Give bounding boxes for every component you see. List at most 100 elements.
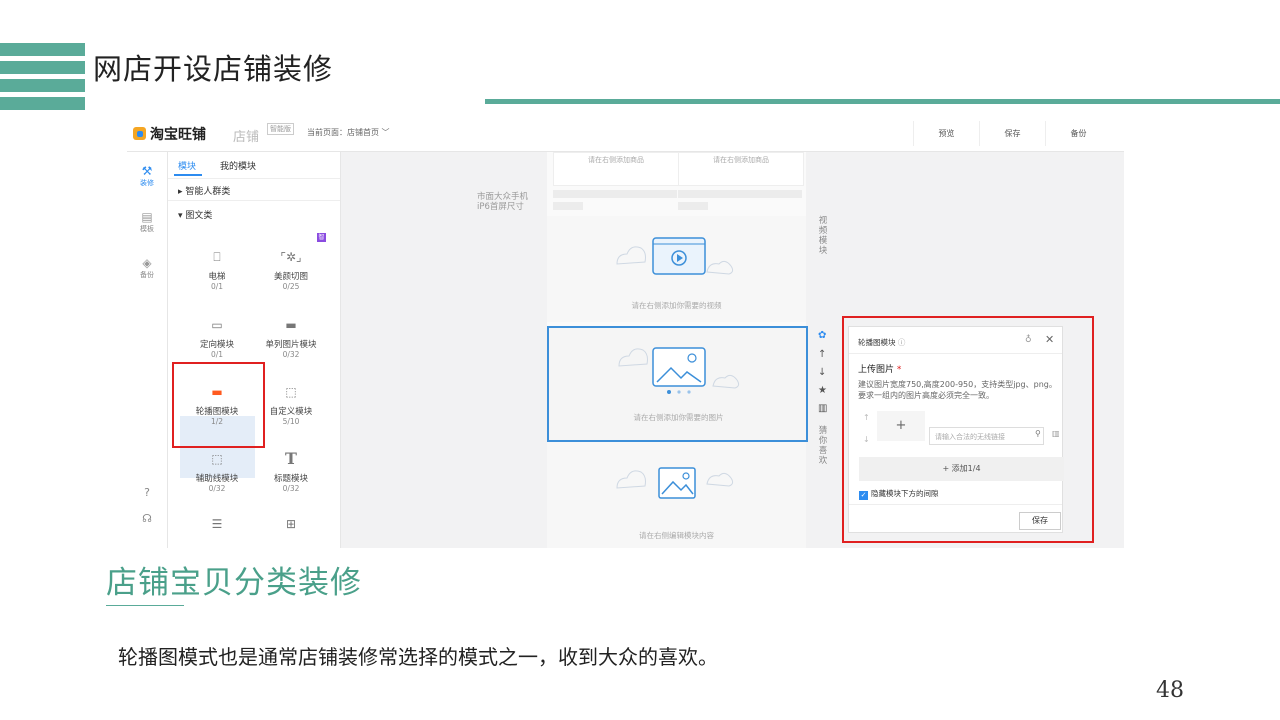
elevator-icon: ⎕ [213, 250, 221, 264]
module-title[interactable]: T 标题模块 0/32 [256, 449, 326, 494]
support-icon[interactable]: ☊ [127, 512, 167, 525]
image-block-icon: ▬ [285, 318, 297, 332]
edit-hint: 请在右侧编辑模块内容 [639, 531, 714, 540]
left-nav: ⚒ 装修 ▤ 模板 ◈ 备份 ? ☊ [127, 152, 168, 548]
settings-icon[interactable]: ✿ [818, 330, 826, 341]
taobao-logo: 淘宝旺铺 [133, 124, 206, 144]
delete-icon[interactable]: ▥ [818, 403, 827, 414]
module-count: 0/32 [282, 350, 300, 359]
guide-icon: ⬚ [211, 452, 223, 466]
backup-button[interactable]: 备份 [1045, 121, 1111, 146]
screen-size-hint: 市面大众手机 iP6首屏尺寸 [477, 192, 529, 212]
image-placeholder-icon [616, 467, 734, 499]
text-lines-icon: ☰ [211, 517, 223, 531]
category-image-text[interactable]: ▾ 图文类 [178, 208, 212, 221]
image-icon: ▭ [211, 318, 223, 332]
store-label: 店铺 [233, 130, 260, 145]
page-number: 48 [1156, 678, 1184, 703]
editor-screenshot: 淘宝旺铺 店铺 智能版 当前页面：店铺首页 ﹀ 预览 保存 备份 ⚒ 装修 ▤ 模板… [127, 116, 1124, 548]
module-custom[interactable]: ⬚ 自定义模块 5/10 [256, 385, 326, 427]
module-gift[interactable]: ⊞ [256, 517, 326, 539]
title-t-icon: T [285, 449, 297, 468]
move-up-icon[interactable]: ↑ [818, 349, 826, 360]
tab-modules[interactable]: 模块 [178, 159, 196, 172]
module-single-image[interactable]: ▬ 单列图片模块 0/32 [256, 318, 326, 360]
body-text: 轮播图模式也是通常店铺装修常选择的模式之一，收到大众的喜欢。 [118, 645, 718, 669]
module-name: 单列图片模块 [265, 340, 317, 350]
carousel-placeholder-icon [618, 347, 740, 394]
gift-icon: ⊞ [285, 517, 297, 531]
template-icon: ▤ [141, 210, 153, 224]
store-version-tag: 智能版 [267, 123, 294, 135]
video-hint: 请在右侧添加你需要的视频 [631, 301, 722, 310]
current-page-selector[interactable]: 当前页面：店铺首页 ﹀ [307, 127, 390, 138]
editor-topbar: 淘宝旺铺 店铺 智能版 当前页面：店铺首页 ﹀ 预览 保存 备份 [127, 116, 1124, 152]
product-placeholder[interactable]: 请在右侧添加商品 [553, 152, 679, 186]
custom-module-block[interactable]: 请在右侧编辑模块内容 [547, 440, 806, 548]
module-guide-line[interactable]: ⬚ 辅助线模块 0/32 [182, 452, 252, 494]
hammer-icon: ⚒ [141, 164, 153, 178]
module-count: 0/32 [208, 484, 226, 493]
decor-bar-1 [0, 43, 85, 56]
placeholder-bar [678, 190, 802, 198]
module-beauty-cut[interactable]: ⌜✲⌟ 美颜切图 0/25 [256, 250, 326, 292]
module-name: 美颜切图 [273, 272, 308, 282]
logo-icon [133, 127, 146, 140]
decor-bar-3 [0, 79, 85, 92]
highlight-settings-panel [842, 316, 1094, 543]
crop-icon: ⌜✲⌟ [280, 250, 302, 264]
nav-decorate-label: 装修 [140, 179, 154, 187]
star-icon[interactable]: ★ [818, 385, 827, 396]
tab-my-modules[interactable]: 我的模块 [220, 159, 256, 172]
smart-badge: 智 [317, 233, 326, 242]
module-toolstrip: ✿ ↑ ↓ ★ ▥ [813, 326, 833, 422]
image-hint: 请在右侧添加你需要的图片 [633, 413, 724, 422]
module-count: 0/1 [210, 282, 224, 291]
divider [168, 200, 340, 201]
side-label-guess: 猜你喜欢 [818, 426, 828, 466]
decor-bar-4 [0, 97, 85, 110]
nav-template-label: 模板 [140, 225, 154, 233]
placeholder-bar [678, 202, 708, 210]
module-name: 辅助线模块 [195, 474, 239, 484]
module-elevator[interactable]: ⎕ 电梯 0/1 [182, 250, 252, 292]
section-title: 店铺宝贝分类装修 [106, 565, 362, 601]
save-button[interactable]: 保存 [979, 121, 1045, 146]
help-icon[interactable]: ? [127, 486, 167, 499]
nav-decorate[interactable]: ⚒ 装修 [127, 164, 167, 188]
category-smart-crowd[interactable]: ▸ 智能人群类 [178, 184, 230, 197]
placeholder-bar [553, 202, 583, 210]
placeholder-bar [553, 190, 677, 198]
side-label-video: 视频模块 [818, 216, 828, 256]
section-underline [106, 605, 184, 606]
module-name: 电梯 [208, 272, 226, 282]
module-name: 标题模块 [273, 474, 308, 484]
decor-bar-2 [0, 61, 85, 74]
video-module-block[interactable]: 请在右侧添加你需要的视频 [547, 216, 806, 322]
module-count: 0/32 [282, 484, 300, 493]
move-down-icon[interactable]: ↓ [818, 367, 826, 378]
divider [168, 178, 340, 179]
module-count: 5/10 [282, 417, 300, 426]
product-placeholder[interactable]: 请在右侧添加商品 [678, 152, 804, 186]
preview-button[interactable]: 预览 [913, 121, 979, 146]
module-name: 自定义模块 [269, 407, 313, 417]
module-count: 0/25 [282, 282, 300, 291]
title-underline [485, 99, 1280, 104]
module-directional[interactable]: ▭ 定向模块 0/1 [182, 318, 252, 360]
module-count: 0/1 [210, 350, 224, 359]
slide-title: 网店开设店铺装修 [93, 52, 334, 86]
module-text[interactable]: ☰ [182, 517, 252, 539]
dashed-box-icon: ⬚ [285, 385, 297, 399]
video-placeholder-icon [616, 237, 734, 275]
module-name: 定向模块 [199, 340, 234, 350]
nav-backup[interactable]: ◈ 备份 [127, 256, 167, 280]
nav-template[interactable]: ▤ 模板 [127, 210, 167, 234]
selected-carousel-block[interactable]: 请在右侧添加你需要的图片 [547, 326, 808, 442]
logo-text: 淘宝旺铺 [150, 127, 206, 143]
nav-backup-label: 备份 [140, 271, 154, 279]
layers-icon: ◈ [142, 256, 152, 270]
highlight-carousel-module [172, 362, 265, 448]
tab-underline [174, 174, 202, 176]
module-panel: 模块 我的模块 ▸ 智能人群类 ▾ 图文类 智 ⎕ 电梯 0/1 ⌜✲⌟ 美颜切图 0/… [168, 152, 341, 548]
